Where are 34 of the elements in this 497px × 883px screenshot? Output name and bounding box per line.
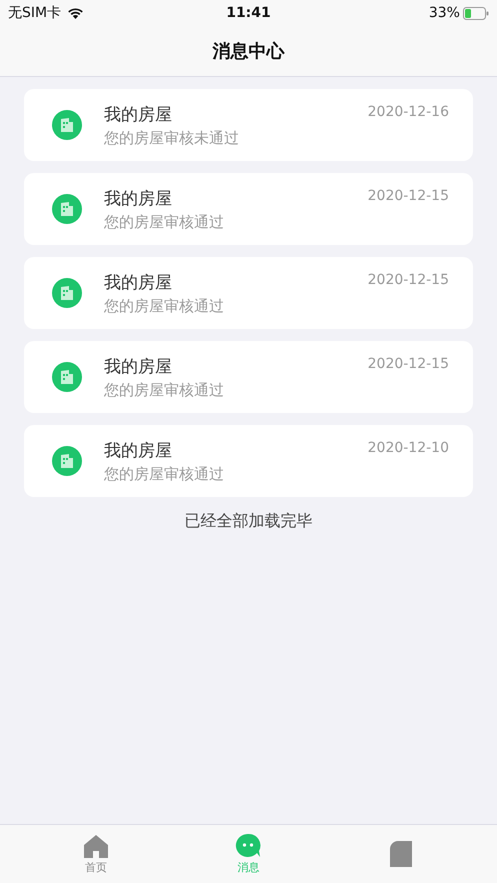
- message-card[interactable]: 我的房屋 您的房屋审核通过 2020-12-15: [24, 341, 473, 413]
- building-icon: [52, 194, 82, 224]
- message-date: 2020-12-10: [368, 440, 449, 456]
- home-icon: [83, 834, 110, 858]
- message-date: 2020-12-15: [368, 272, 449, 288]
- message-date: 2020-12-15: [368, 356, 449, 372]
- end-of-list-text: 已经全部加载完毕: [184, 511, 312, 532]
- message-text: 您的房屋审核通过: [104, 212, 225, 232]
- building-icon: [52, 446, 82, 476]
- building-icon: [52, 362, 82, 392]
- message-title: 我的房屋: [104, 272, 173, 294]
- message-date: 2020-12-15: [368, 188, 449, 204]
- message-text: 您的房屋审核通过: [104, 380, 225, 400]
- page-title: 消息中心: [212, 40, 284, 63]
- building-icon: [52, 278, 82, 308]
- chat-icon: [235, 833, 262, 858]
- clock: 11:41: [226, 5, 271, 21]
- message-text: 您的房屋审核通过: [104, 464, 225, 484]
- message-title: 我的房屋: [104, 440, 173, 462]
- message-card[interactable]: 我的房屋 您的房屋审核通过 2020-12-10: [24, 425, 473, 497]
- message-text: 您的房屋审核通过: [104, 296, 225, 316]
- battery-icon: [462, 6, 489, 20]
- message-text: 您的房屋审核未通过: [104, 128, 240, 148]
- carrier-label: 无SIM卡: [8, 4, 62, 22]
- message-date: 2020-12-16: [368, 104, 449, 120]
- message-title: 我的房屋: [104, 356, 173, 378]
- battery-percent: 33%: [428, 5, 460, 21]
- message-title: 我的房屋: [104, 104, 173, 126]
- message-title: 我的房屋: [104, 188, 173, 210]
- building-icon: [52, 110, 82, 140]
- message-card[interactable]: 我的房屋 您的房屋审核未通过 2020-12-16: [24, 89, 473, 161]
- message-card[interactable]: 我的房屋 您的房屋审核通过 2020-12-15: [24, 173, 473, 245]
- wifi-icon: [67, 7, 84, 19]
- message-card[interactable]: 我的房屋 您的房屋审核通过 2020-12-15: [24, 257, 473, 329]
